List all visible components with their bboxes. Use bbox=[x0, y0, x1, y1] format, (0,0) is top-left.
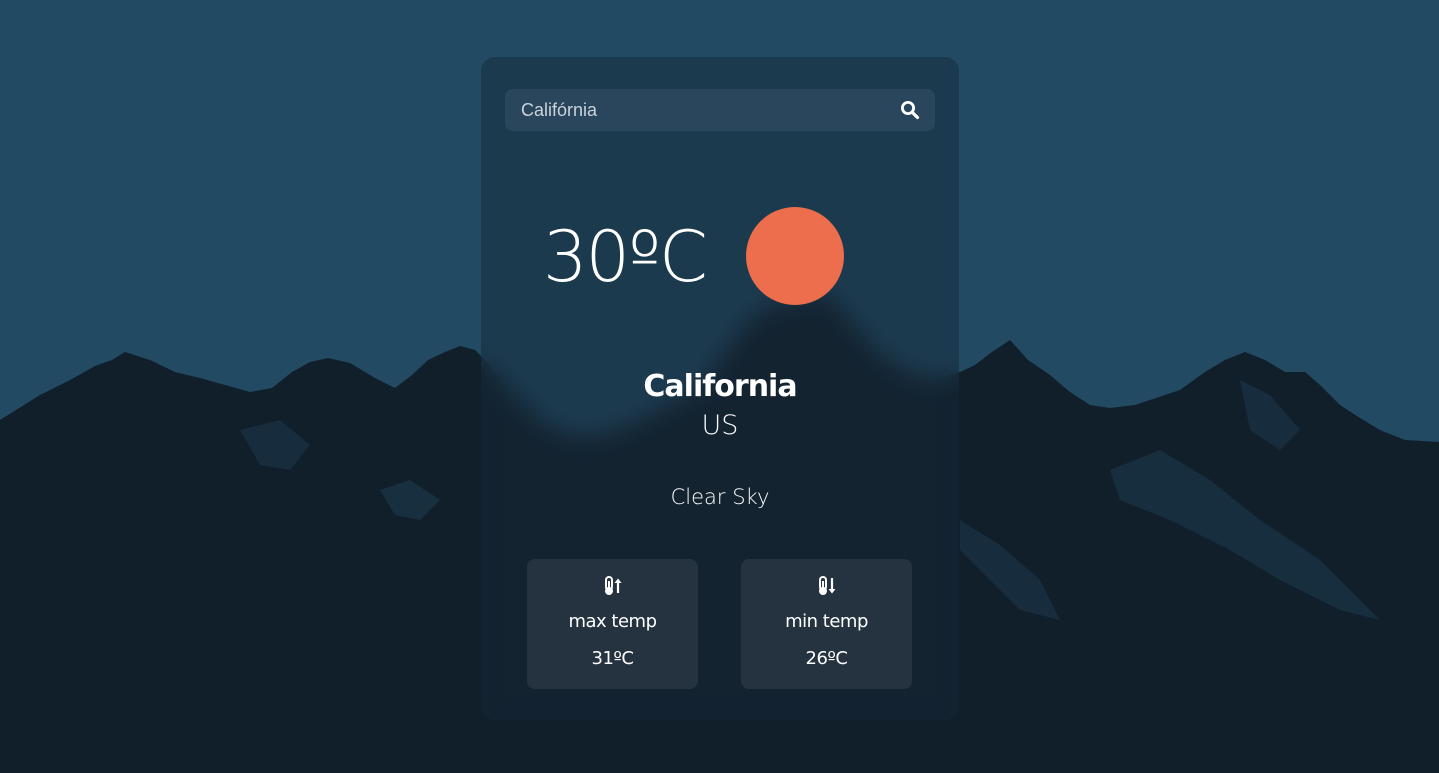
country-code: US bbox=[701, 410, 739, 441]
thermometer-down-icon bbox=[741, 575, 912, 597]
max-temp-value: 31ºC bbox=[591, 648, 634, 669]
temperature: 30ºC bbox=[543, 216, 708, 298]
search-bar bbox=[505, 89, 935, 131]
search-icon[interactable] bbox=[897, 97, 923, 123]
max-temp-card: max temp 31ºC bbox=[527, 559, 698, 689]
min-temp-label: min temp bbox=[785, 611, 868, 632]
city-name: California bbox=[643, 369, 797, 404]
weather-card: 30ºC California US Clear Sky max temp 31… bbox=[481, 57, 959, 720]
min-temp-card: min temp 26ºC bbox=[741, 559, 912, 689]
min-temp-value: 26ºC bbox=[805, 648, 848, 669]
max-temp-label: max temp bbox=[568, 611, 657, 632]
thermometer-up-icon bbox=[527, 575, 698, 597]
search-input[interactable] bbox=[505, 89, 885, 131]
sun-icon bbox=[746, 207, 844, 305]
weather-condition: Clear Sky bbox=[670, 485, 770, 509]
